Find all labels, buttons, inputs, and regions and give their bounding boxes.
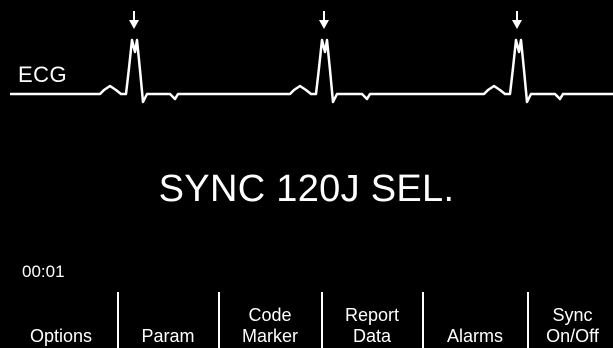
param-softkey[interactable]: Param <box>120 290 216 348</box>
alarms-softkey[interactable]: Alarms <box>425 290 525 348</box>
softkey-label-line-2: Marker <box>241 326 298 346</box>
softkey-label-line-1: Sync <box>552 305 593 325</box>
softkey-divider <box>218 292 220 348</box>
energy-selection-message: SYNC 120J SEL. <box>158 168 455 210</box>
elapsed-time: 00:01 <box>22 262 65 281</box>
softkey-label: Alarms <box>446 326 503 346</box>
softkey-divider <box>321 292 323 348</box>
softkey-divider <box>117 292 119 348</box>
softkey-label-line-1: Report <box>344 305 400 325</box>
ecg-lead-label: ECG <box>18 62 68 87</box>
sync-marker-icon <box>319 11 329 29</box>
sync-marker-icon <box>512 11 522 29</box>
softkey-label: Param <box>141 326 195 346</box>
softkey-label-line-2: On/Off <box>546 326 599 346</box>
softkey-divider <box>422 292 424 348</box>
softkey-label-line-2: Data <box>352 326 392 346</box>
options-softkey[interactable]: Options <box>14 290 108 348</box>
softkey-label-line-1: Code <box>248 305 292 325</box>
code-marker-softkey[interactable]: Code Marker <box>221 290 319 348</box>
sync-on-off-softkey[interactable]: Sync On/Off <box>532 290 613 348</box>
ecg-waveform <box>10 11 613 104</box>
report-data-softkey[interactable]: Report Data <box>324 290 420 348</box>
defibrillator-monitor-screen: ECG SYNC 120J SEL. 00:01 Options Param C… <box>0 0 613 348</box>
softkey-bar: Options Param Code Marker Report Data Al… <box>0 290 613 348</box>
ecg-trace <box>10 38 613 104</box>
sync-marker-icon <box>129 11 139 29</box>
softkey-label: Options <box>29 326 93 346</box>
softkey-divider <box>527 292 529 348</box>
